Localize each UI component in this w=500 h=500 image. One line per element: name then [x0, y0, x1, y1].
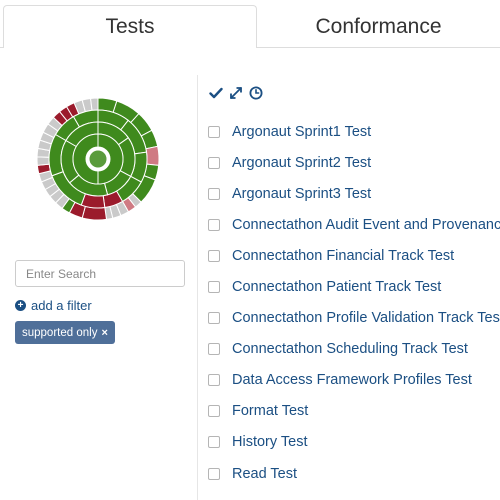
test-label[interactable]: History Test: [232, 434, 307, 450]
test-row[interactable]: Connectathon Financial Track Test: [208, 240, 500, 271]
test-row[interactable]: Read Test: [208, 458, 500, 489]
test-checkbox[interactable]: [208, 312, 220, 325]
test-row[interactable]: Connectathon Profile Validation Track Te…: [208, 303, 500, 334]
filter-badge-supported-only[interactable]: supported only ×: [15, 321, 115, 344]
test-checkbox[interactable]: [208, 436, 220, 449]
tab-conformance[interactable]: Conformance: [257, 5, 500, 48]
test-row[interactable]: History Test: [208, 427, 500, 458]
expand-icon[interactable]: [229, 86, 243, 100]
plus-circle-icon: +: [15, 300, 26, 311]
test-label[interactable]: Connectathon Scheduling Track Test: [232, 341, 468, 357]
test-checkbox[interactable]: [208, 281, 220, 294]
sunburst-rings: [36, 97, 160, 221]
sunburst-segment[interactable]: [36, 156, 50, 166]
test-row[interactable]: Connectathon Scheduling Track Test: [208, 334, 500, 365]
clock-icon[interactable]: [249, 86, 263, 100]
test-label[interactable]: Argonaut Sprint2 Test: [232, 155, 371, 171]
test-checkbox[interactable]: [208, 405, 220, 418]
filter-badge-label: supported only: [22, 326, 98, 339]
sunburst-chart[interactable]: [25, 74, 171, 242]
test-row[interactable]: Argonaut Sprint2 Test: [208, 147, 500, 178]
check-icon[interactable]: [209, 86, 223, 100]
test-label[interactable]: Connectathon Profile Validation Track Te…: [232, 310, 500, 326]
remove-filter-icon[interactable]: ×: [101, 327, 107, 339]
test-label[interactable]: Connectathon Patient Track Test: [232, 279, 441, 295]
test-label[interactable]: Argonaut Sprint3 Test: [232, 186, 371, 202]
add-filter-label: add a filter: [31, 298, 92, 313]
test-checkbox[interactable]: [208, 156, 220, 169]
test-label[interactable]: Data Access Framework Profiles Test: [232, 372, 472, 388]
test-row[interactable]: Connectathon Audit Event and Provenance …: [208, 209, 500, 240]
test-checkbox[interactable]: [208, 343, 220, 356]
search-input[interactable]: [15, 260, 185, 287]
test-checkbox[interactable]: [208, 467, 220, 480]
test-checkbox[interactable]: [208, 187, 220, 200]
test-toolbar: [209, 86, 263, 100]
tab-underline: [0, 47, 3, 48]
test-checkbox[interactable]: [208, 374, 220, 387]
test-list: Argonaut Sprint1 Test Argonaut Sprint2 T…: [208, 116, 500, 489]
test-row[interactable]: Data Access Framework Profiles Test: [208, 365, 500, 396]
sunburst-segment[interactable]: [90, 97, 99, 111]
column-divider: [197, 75, 198, 500]
tab-bar: Tests Conformance: [0, 0, 500, 48]
test-label[interactable]: Format Test: [232, 403, 308, 419]
test-row[interactable]: Format Test: [208, 396, 500, 427]
test-label[interactable]: Connectathon Financial Track Test: [232, 248, 454, 264]
add-filter-link[interactable]: + add a filter: [15, 298, 92, 313]
test-checkbox[interactable]: [208, 218, 220, 231]
test-label[interactable]: Argonaut Sprint1 Test: [232, 124, 371, 140]
test-row[interactable]: Connectathon Patient Track Test: [208, 271, 500, 302]
test-checkbox[interactable]: [208, 249, 220, 262]
tab-underline: [256, 47, 500, 48]
test-checkbox[interactable]: [208, 125, 220, 138]
test-label[interactable]: Connectathon Audit Event and Provenance …: [232, 217, 500, 233]
test-label[interactable]: Read Test: [232, 466, 297, 482]
sunburst-segment[interactable]: [145, 145, 160, 166]
test-row[interactable]: Argonaut Sprint1 Test: [208, 116, 500, 147]
test-row[interactable]: Argonaut Sprint3 Test: [208, 178, 500, 209]
sunburst-center[interactable]: [88, 149, 108, 169]
tab-tests[interactable]: Tests: [3, 5, 257, 48]
